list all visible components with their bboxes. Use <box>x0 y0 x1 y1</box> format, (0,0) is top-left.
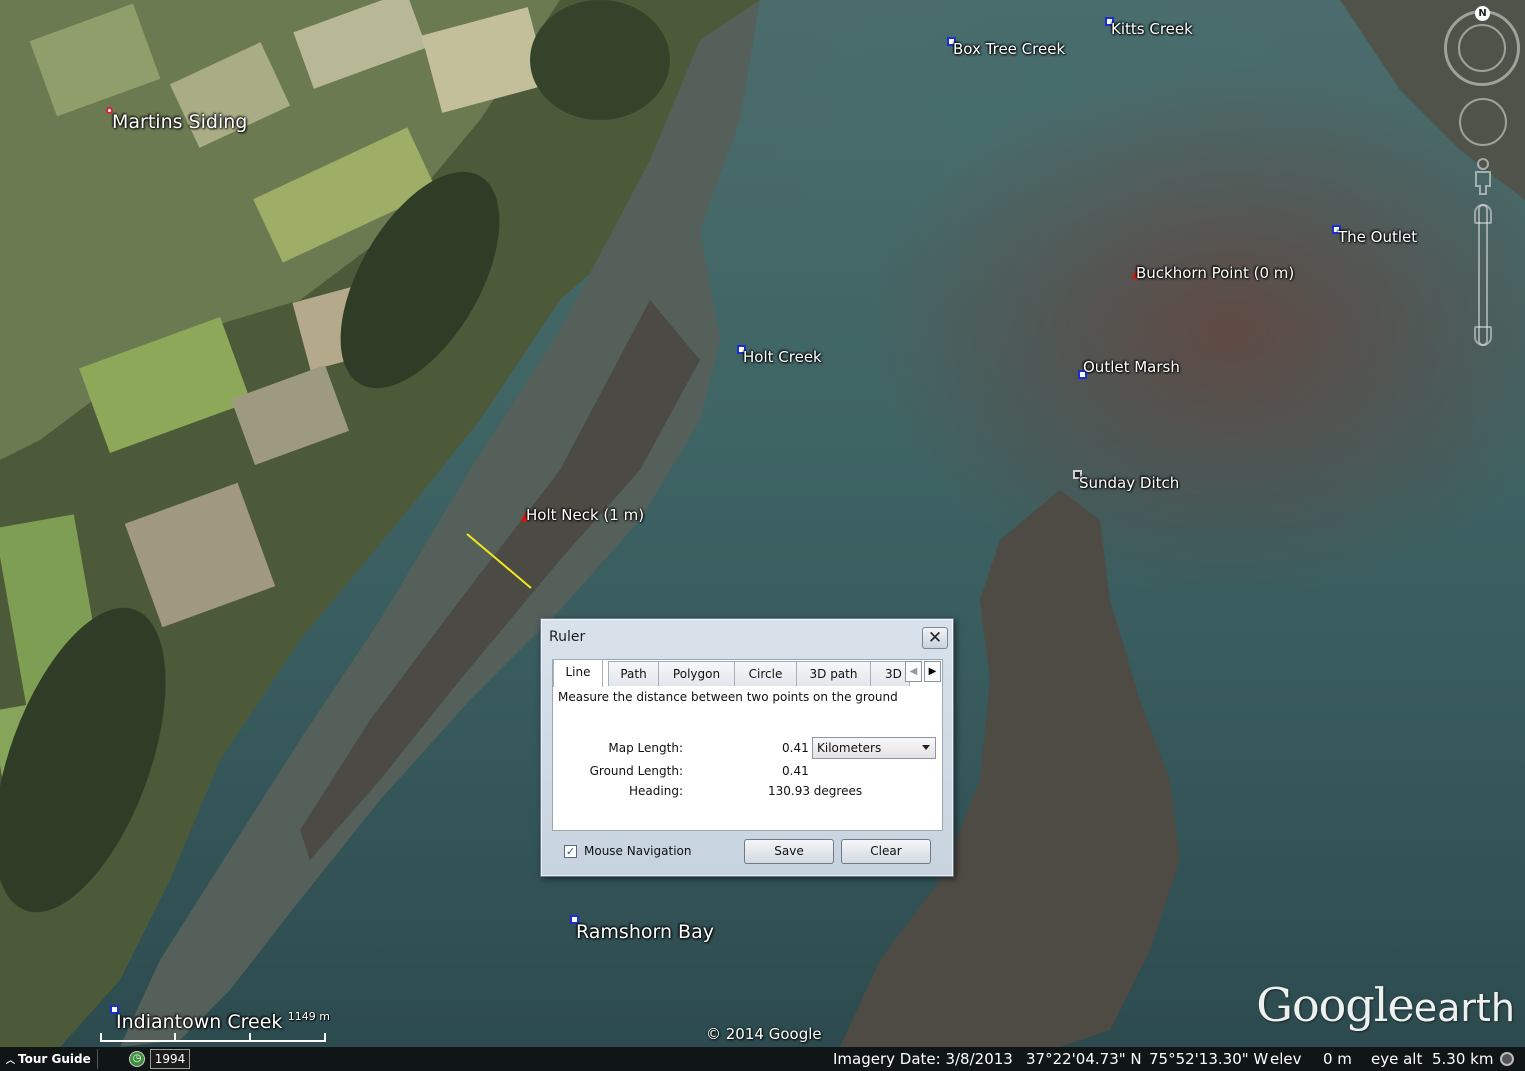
placemark-the-outlet[interactable]: The Outlet <box>1338 228 1417 246</box>
placemark-box-tree-creek[interactable]: Box Tree Creek <box>953 40 1065 58</box>
copyright-notice: © 2014 Google <box>706 1025 822 1043</box>
zoom-out-icon[interactable] <box>1474 326 1492 346</box>
zoom-slider-icon[interactable] <box>1478 204 1488 346</box>
street-view-person-icon[interactable] <box>1472 156 1494 196</box>
satellite-map-view[interactable]: Martins Siding Box Tree Creek Kitts Cree… <box>0 0 1525 1071</box>
chevron-down-icon <box>922 745 930 750</box>
chevron-up-icon: ︿ <box>6 1056 16 1066</box>
tab-line[interactable]: Line <box>553 659 603 687</box>
scale-line <box>100 1040 326 1042</box>
logo-earth-text: earth <box>1413 986 1515 1030</box>
scale-bar: 1149 m <box>100 1010 330 1042</box>
scale-tick <box>324 1033 326 1042</box>
historical-imagery-clock-icon[interactable]: ◷ <box>129 1051 145 1067</box>
scale-tick <box>174 1033 176 1042</box>
eye-altitude-value: 5.30 km <box>1432 1050 1494 1068</box>
placemark-ramshorn-bay[interactable]: Ramshorn Bay <box>576 921 714 943</box>
tab-circle[interactable]: Circle <box>734 661 797 686</box>
heading-value: 130.93 degrees <box>768 784 863 798</box>
elevation-value: 0 m <box>1323 1050 1352 1068</box>
map-length-label: Map Length: <box>608 741 683 755</box>
zoom-in-icon[interactable] <box>1474 204 1492 224</box>
placemark-sunday-ditch[interactable]: Sunday Ditch <box>1079 474 1179 492</box>
placemark-kitts-creek[interactable]: Kitts Creek <box>1111 20 1193 38</box>
placemark-outlet-marsh[interactable]: Outlet Marsh <box>1083 358 1180 376</box>
look-joystick-icon[interactable] <box>1459 98 1507 146</box>
ground-length-value: 0.41 <box>782 764 809 778</box>
map-length-value: 0.41 <box>782 741 809 755</box>
tour-guide-label: Tour Guide <box>18 1052 91 1066</box>
elevation-label: elev <box>1270 1050 1302 1068</box>
status-bar: ︿ Tour Guide ◷ 1994 Imagery Date: 3/8/201… <box>0 1047 1525 1071</box>
tab-path[interactable]: Path <box>608 661 659 686</box>
scale-label: 1149 m <box>287 1010 330 1023</box>
tour-guide-button[interactable]: ︿ Tour Guide <box>2 1049 98 1069</box>
logo-google-text: Google <box>1256 978 1415 1032</box>
clear-button[interactable]: Clear <box>841 839 931 864</box>
compass-north-indicator[interactable]: N <box>1475 6 1490 21</box>
tab-scroll-right-icon[interactable]: ▶ <box>924 661 941 682</box>
latitude-readout: 37°22'04.73" N <box>1026 1050 1142 1068</box>
streaming-progress-icon <box>1500 1052 1514 1066</box>
satellite-imagery <box>0 0 1525 1047</box>
ground-length-label: Ground Length: <box>589 764 683 778</box>
longitude-readout: 75°52'13.30" W <box>1149 1050 1269 1068</box>
ruler-tabs: Line Path Polygon Circle 3D path 3D ◀ ▶ <box>552 659 943 687</box>
tab-3d-polygon[interactable]: 3D <box>870 661 910 686</box>
imagery-date: Imagery Date: 3/8/2013 <box>833 1050 1013 1068</box>
compass-inner-ring[interactable] <box>1458 24 1506 72</box>
units-dropdown[interactable]: Kilometers <box>812 737 936 759</box>
tab-polygon[interactable]: Polygon <box>658 661 735 686</box>
historical-year-field[interactable]: 1994 <box>150 1049 190 1069</box>
close-button[interactable]: ✕ <box>922 627 948 649</box>
placemark-holt-creek[interactable]: Holt Creek <box>743 348 822 366</box>
units-selected-value: Kilometers <box>817 741 882 755</box>
ruler-dialog-title: Ruler <box>549 629 586 645</box>
ruler-dialog[interactable]: Ruler ✕ Line Path Polygon Circle 3D path… <box>540 618 954 877</box>
eye-altitude-label: eye alt <box>1371 1050 1423 1068</box>
save-button[interactable]: Save <box>744 839 834 864</box>
placemark-holt-neck[interactable]: Holt Neck (1 m) <box>526 506 644 524</box>
tab-3d-path[interactable]: 3D path <box>796 661 871 686</box>
mouse-navigation-label[interactable]: Mouse Navigation <box>584 844 691 858</box>
placemark-buckhorn-point[interactable]: Buckhorn Point (0 m) <box>1136 264 1294 282</box>
scale-tick <box>100 1033 102 1042</box>
mouse-navigation-checkbox[interactable]: ✓ <box>564 845 577 858</box>
placemark-martins-siding[interactable]: Martins Siding <box>112 111 247 133</box>
ruler-description: Measure the distance between two points … <box>558 690 898 704</box>
google-earth-logo: Googleearth <box>1256 978 1515 1032</box>
tab-scroll-left-icon[interactable]: ◀ <box>905 661 922 682</box>
scale-tick <box>249 1033 251 1042</box>
heading-label: Heading: <box>629 784 683 798</box>
